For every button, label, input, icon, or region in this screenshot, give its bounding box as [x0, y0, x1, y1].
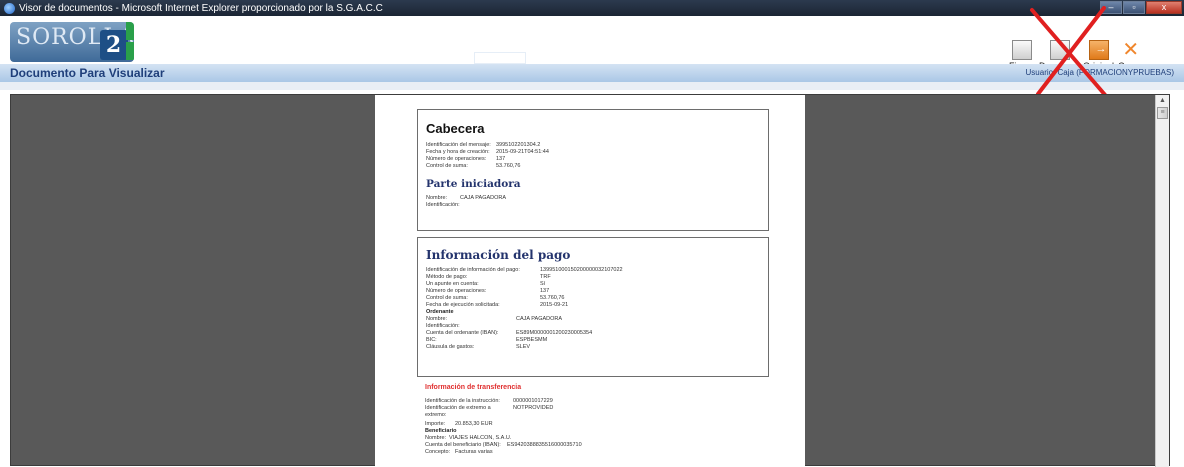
cerrar-icon: ✕ [1122, 39, 1140, 61]
sorolla-logo: SOROLLA 2 [10, 22, 134, 62]
page-title: Documento Para Visualizar [10, 66, 165, 80]
kv-row: Identificación de la instrucción: 0000001… [425, 398, 553, 404]
kv-row: Nombre: CAJA PAGADORA [426, 316, 563, 322]
kv-row: Control de suma: 53.760,76 [426, 295, 565, 301]
document-page: Cabecera Identificación del mensaje: 3995… [375, 95, 805, 467]
transferencia-section: Información de transferencia Identificac… [425, 384, 785, 456]
kv-row: Identificación: [426, 202, 460, 208]
descargar-icon [1049, 40, 1070, 60]
kv-row: Cláusula de gastos: SLEV [426, 344, 531, 350]
kv-row: BIC: ESPBESMM [426, 337, 548, 343]
original-icon [1088, 40, 1109, 60]
kv-row: Nombre: VIAJES HALCON, S.A.U. [425, 435, 512, 441]
kv-row: Identificación del mensaje: 3995102201304… [426, 142, 541, 148]
document-header-bar: Documento Para Visualizar Usuario: Caja … [0, 64, 1184, 82]
logo-accent-bottom [126, 42, 134, 60]
scroll-thumb[interactable]: ≡ [1157, 107, 1168, 119]
ie-icon [4, 2, 15, 14]
transferencia-title: Información de transferencia [425, 384, 522, 391]
vertical-scrollbar[interactable]: ▲ ≡ [1155, 95, 1169, 467]
informacion-pago-section: Información del pago Identificación de i… [417, 237, 769, 377]
kv-row: Identificación de información del pago: 1… [426, 267, 623, 273]
window-controls: – ▫ x [1100, 1, 1182, 14]
kv-row: Cuenta del beneficiario (IBAN): ES9420388… [425, 442, 582, 448]
parte-iniciadora-title: Parte iniciadora [426, 178, 521, 190]
window-title: Visor de documentos - Microsoft Internet… [19, 2, 383, 14]
kv-row: Importe: 20.853,30 EUR [425, 421, 493, 427]
user-info: Usuario: Caja (FORMACIONYPRUEBAS) [1025, 68, 1174, 77]
logo-accent-top [126, 22, 134, 40]
kv-row: Un apunte en cuenta: Sí [426, 281, 546, 287]
close-window-button[interactable]: x [1146, 1, 1182, 14]
pago-title: Información del pago [426, 248, 571, 262]
app-toolbar: SOROLLA 2 Firmar Descargar Original ✕ Ce… [0, 16, 1184, 71]
header-spacer [0, 82, 1184, 90]
minimize-button[interactable]: – [1100, 1, 1122, 14]
maximize-button[interactable]: ▫ [1123, 1, 1145, 14]
kv-row: Cuenta del ordenante (IBAN): ES89M0000001… [426, 330, 593, 336]
kv-row: Identificación: [426, 323, 460, 329]
firmar-icon [1012, 40, 1032, 60]
kv-row: Número de operaciones: 137 [426, 156, 506, 162]
kv-row: Fecha y hora de creación: 2015-09-21T04:5… [426, 149, 549, 155]
kv-row: Control de suma: 53.760,76 [426, 163, 521, 169]
kv-row: Número de operaciones: 137 [426, 288, 550, 294]
kv-row: Identificación de extremo a extremo: NOTP… [425, 405, 554, 418]
ordenante-label: Ordenante [426, 309, 454, 315]
cabecera-section: Cabecera Identificación del mensaje: 3995… [417, 109, 769, 231]
document-viewer[interactable]: Cabecera Identificación del mensaje: 3995… [10, 94, 1170, 467]
kv-row: Nombre: CAJA PAGADORA [426, 195, 507, 201]
blank-input-field[interactable] [474, 52, 526, 64]
window-title-bar: Visor de documentos - Microsoft Internet… [0, 0, 1184, 16]
kv-row: Concepto: Facturas varias [425, 449, 493, 455]
kv-row: Método de pago: TRF [426, 274, 551, 280]
logo-number: 2 [100, 30, 128, 60]
cabecera-title: Cabecera [426, 121, 485, 136]
scroll-up-arrow-icon[interactable]: ▲ [1156, 95, 1169, 107]
kv-row: Fecha de ejecución solicitada: 2015-09-21 [426, 302, 569, 308]
beneficiario-label: Beneficiario [425, 428, 457, 434]
